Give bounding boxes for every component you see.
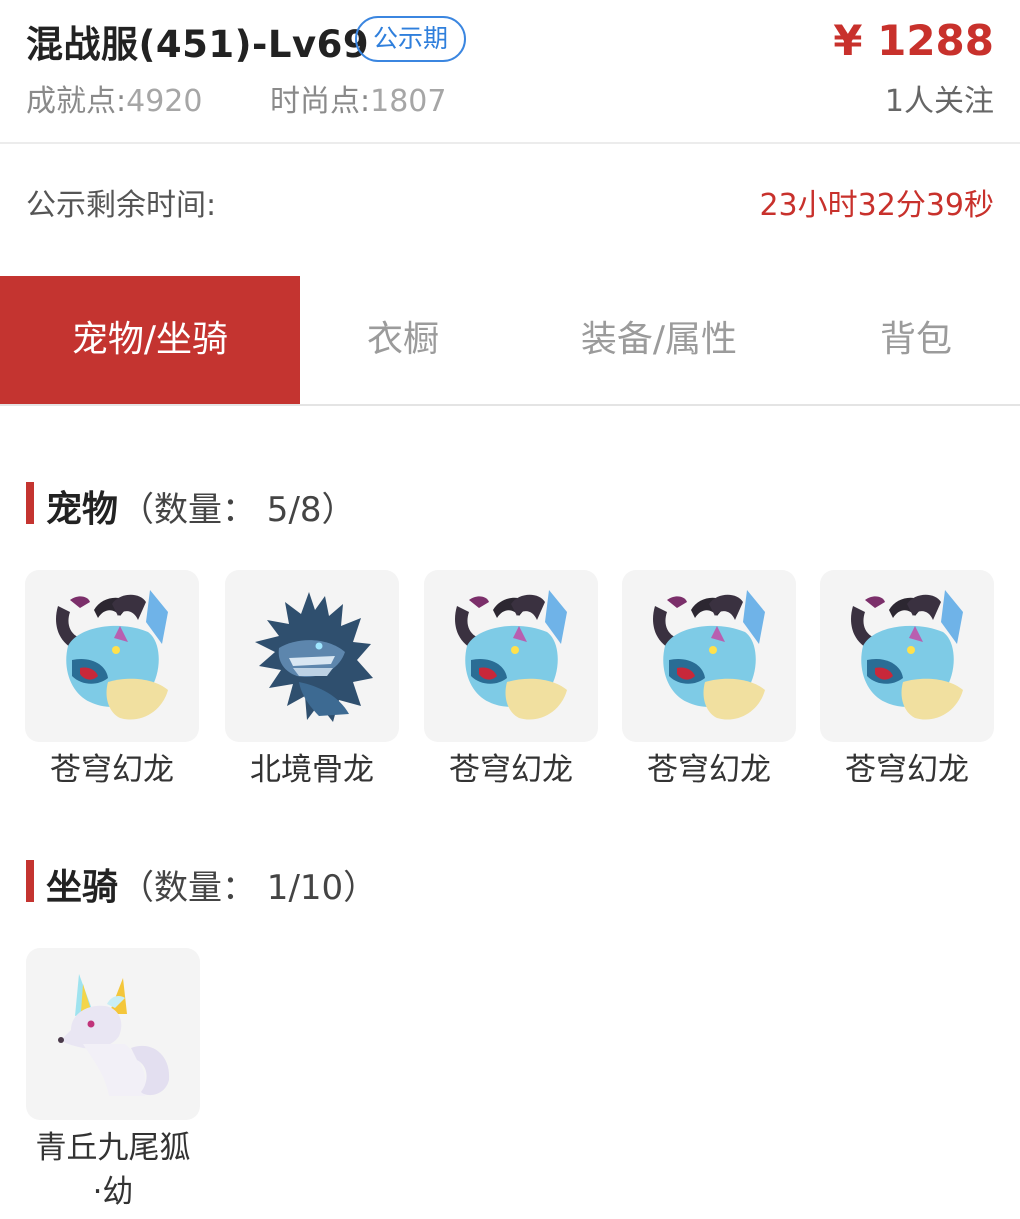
pet-thumbnail[interactable] [25,570,199,742]
bone-dragon-icon [255,592,373,722]
pet-card[interactable]: 苍穹幻龙 [25,570,199,792]
pet-card[interactable]: 苍穹幻龙 [424,570,598,792]
tab-pets-mounts[interactable]: 宠物/坐骑 [0,276,300,404]
mount-card[interactable]: 青丘九尾狐 ·幼 [26,948,200,1214]
pet-thumbnail[interactable] [424,570,598,742]
fashion-value: 1807 [370,84,447,119]
fashion-label: 时尚点: [270,84,371,119]
section-accent-bar [26,482,34,524]
pets-count: （数量： 5/8） [120,490,356,530]
tab-bar: 宠物/坐骑 衣橱 装备/属性 背包 [0,276,1020,406]
follower-count: 1人关注 [884,84,994,119]
mount-name-line1: 青丘九尾狐 [35,1130,191,1166]
sky-dragon-icon [653,590,765,720]
pet-thumbnail[interactable] [225,570,399,742]
pet-name: 苍穹幻龙 [647,752,771,788]
mounts-count: （数量： 1/10） [120,868,378,908]
tab-wardrobe[interactable]: 衣橱 [300,276,506,404]
fashion-points: 时尚点:1807 [270,76,446,120]
mounts-section-title: 坐骑 [46,867,119,908]
mount-name-line2: ·幼 [92,1174,134,1210]
section-accent-bar [26,860,34,902]
pet-card[interactable]: 北境骨龙 [225,570,399,792]
listing-title: 混战服(451)-Lv69 [26,23,370,66]
pet-thumbnail[interactable] [820,570,994,742]
tab-backpack[interactable]: 背包 [812,276,1020,404]
achievement-points: 成就点:4920 [26,76,202,120]
listing-header: 混战服(451)-Lv69 公示期 成就点:4920 时尚点:1807 ¥ 12… [0,0,1020,144]
nine-tailed-fox-icon [58,974,170,1096]
countdown-timer: 23小时32分39秒 [759,188,994,223]
tab-equipment-attributes[interactable]: 装备/属性 [506,276,812,404]
pet-name: 苍穹幻龙 [845,752,969,788]
sky-dragon-icon [455,590,567,720]
sky-dragon-icon [851,590,963,720]
price: ¥ 1288 [833,16,994,65]
status-badge: 公示期 [355,16,467,62]
countdown-label: 公示剩余时间: [26,188,217,223]
pet-card[interactable]: 苍穹幻龙 [622,570,796,792]
achievement-label: 成就点: [26,84,127,119]
pet-name: 苍穹幻龙 [449,752,573,788]
mount-name: 青丘九尾狐 ·幼 [26,1126,200,1214]
pets-section-title: 宠物 [46,489,119,530]
pet-name: 苍穹幻龙 [50,752,174,788]
mount-thumbnail[interactable] [26,948,200,1120]
pet-name: 北境骨龙 [250,752,374,788]
achievement-value: 4920 [126,84,203,119]
pet-thumbnail[interactable] [622,570,796,742]
sky-dragon-icon [56,590,168,720]
pet-card[interactable]: 苍穹幻龙 [820,570,994,792]
